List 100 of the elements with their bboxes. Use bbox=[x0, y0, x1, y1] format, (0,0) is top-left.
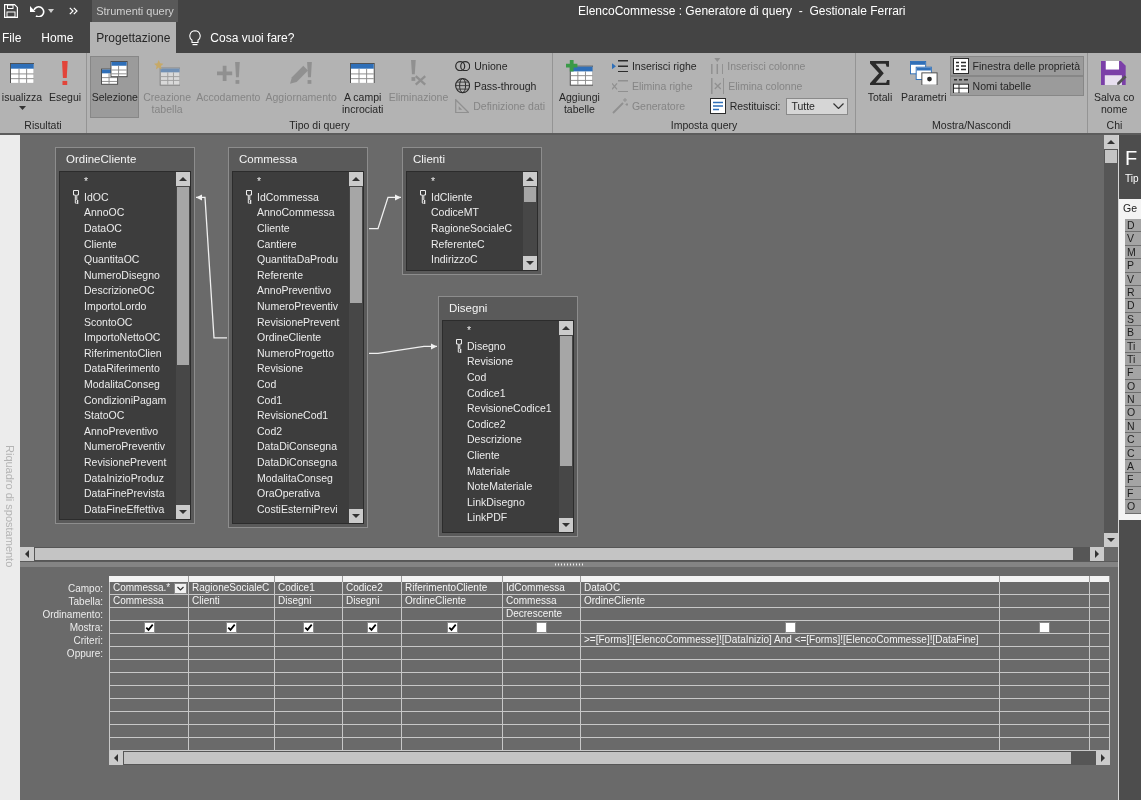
grid-cell[interactable] bbox=[109, 621, 189, 634]
field-name[interactable]: DescrizioneOC bbox=[84, 284, 155, 298]
grid-cell[interactable] bbox=[1090, 621, 1110, 634]
grid-cell[interactable]: Codice1 bbox=[275, 582, 343, 595]
show-checkbox[interactable] bbox=[143, 621, 155, 633]
field-name[interactable]: RevisionePrevent bbox=[257, 315, 340, 329]
grid-cell[interactable] bbox=[109, 634, 189, 647]
grid-cell[interactable] bbox=[1000, 686, 1090, 699]
grid-cell[interactable] bbox=[109, 699, 189, 712]
field-name[interactable]: * bbox=[431, 175, 436, 189]
join-line[interactable] bbox=[368, 343, 438, 355]
property-name[interactable]: F bbox=[1125, 366, 1141, 380]
field-name[interactable]: * bbox=[257, 175, 262, 189]
field-name[interactable]: NumeroPreventiv bbox=[257, 300, 339, 314]
field-name[interactable]: Cod2 bbox=[257, 424, 283, 438]
grid-cell[interactable] bbox=[1090, 725, 1110, 738]
field-name[interactable]: RagioneSocialeC bbox=[431, 222, 513, 236]
scroll-left-button[interactable] bbox=[109, 751, 123, 765]
scroll-down-button[interactable] bbox=[349, 509, 363, 524]
ribbon-tab[interactable]: Home bbox=[31, 22, 91, 53]
dropdown-button[interactable] bbox=[174, 582, 187, 594]
grid-cell[interactable] bbox=[343, 660, 402, 673]
double-chevron-icon[interactable] bbox=[69, 7, 78, 15]
grid-cell[interactable] bbox=[109, 673, 189, 686]
field-name[interactable]: Descrizione bbox=[467, 433, 522, 447]
property-name[interactable]: D bbox=[1125, 219, 1141, 233]
field-name[interactable]: QuantitaOC bbox=[84, 253, 140, 267]
grid-cell[interactable]: Commessa.* bbox=[109, 582, 189, 595]
grid-cell[interactable] bbox=[402, 725, 503, 738]
grid-cell[interactable] bbox=[109, 712, 189, 725]
field-name[interactable]: DataDiConsegna bbox=[257, 456, 337, 469]
grid-cell[interactable] bbox=[581, 699, 1000, 712]
field-name[interactable]: Codice1 bbox=[467, 386, 506, 400]
field-name[interactable]: OraOperativa bbox=[257, 487, 321, 501]
grid-cell[interactable] bbox=[503, 673, 581, 686]
grid-cell[interactable]: Codice2 bbox=[343, 582, 402, 595]
show-checkbox[interactable] bbox=[366, 621, 378, 633]
grid-cell[interactable] bbox=[503, 699, 581, 712]
ribbon-button[interactable]: Nomi tabelle bbox=[949, 76, 1084, 96]
field-name[interactable]: AnnoOC bbox=[84, 206, 125, 220]
property-name[interactable]: F bbox=[1125, 473, 1141, 487]
scroll-up-button[interactable] bbox=[349, 172, 363, 186]
grid-cell[interactable] bbox=[1090, 595, 1110, 608]
scrollbar-thumb[interactable] bbox=[177, 187, 189, 365]
field-name[interactable]: IdOC bbox=[84, 190, 109, 204]
property-name[interactable]: D bbox=[1125, 299, 1141, 313]
field-name[interactable]: QuantitaDaProdu bbox=[257, 253, 339, 267]
grid-cell[interactable]: Disegni bbox=[275, 595, 343, 608]
grid-cell[interactable] bbox=[109, 725, 189, 738]
grid-cell[interactable] bbox=[402, 699, 503, 712]
grid-cell[interactable] bbox=[343, 647, 402, 660]
grid-cell[interactable] bbox=[189, 608, 275, 621]
field-name[interactable]: Revisione bbox=[257, 362, 304, 376]
grid-cell[interactable]: >=[Forms]![ElencoCommesse]![DataInizio] And <=[Forms]![ElencoCommesse]![DataFine] bbox=[581, 634, 1000, 647]
field-name[interactable]: RevisionePrevent bbox=[84, 456, 167, 469]
field-name[interactable]: Cliente bbox=[257, 222, 290, 236]
field-name[interactable]: CostiEsterniPrevi bbox=[257, 502, 338, 516]
grid-cell[interactable] bbox=[189, 634, 275, 647]
property-name[interactable]: C bbox=[1125, 433, 1141, 447]
ribbon-button[interactable]: Salva co nome bbox=[1092, 56, 1137, 118]
grid-cell[interactable] bbox=[1090, 582, 1110, 595]
field-name[interactable]: NumeroDisegno bbox=[84, 268, 160, 282]
field-name[interactable]: DataInizioProduz bbox=[84, 471, 164, 485]
property-name[interactable]: P bbox=[1125, 259, 1141, 273]
save-icon[interactable] bbox=[4, 4, 18, 18]
return-dropdown[interactable]: Tutte bbox=[786, 97, 849, 115]
tell-me-field[interactable]: Cosa vuoi fare? bbox=[210, 30, 307, 45]
grid-cell[interactable] bbox=[343, 673, 402, 686]
field-name[interactable]: CondizioniPagam bbox=[84, 393, 167, 407]
grid-cell[interactable] bbox=[1000, 621, 1090, 634]
grid-cell[interactable] bbox=[402, 621, 503, 634]
field-name[interactable]: AnnoPreventivo bbox=[84, 424, 159, 438]
grid-cell[interactable]: RagioneSocialeC bbox=[189, 582, 275, 595]
grid-cell[interactable] bbox=[189, 699, 275, 712]
grid-cell[interactable] bbox=[343, 699, 402, 712]
grid-cell[interactable] bbox=[503, 712, 581, 725]
grid-cell[interactable] bbox=[343, 621, 402, 634]
field-name[interactable]: Cliente bbox=[467, 449, 500, 463]
grid-cell[interactable]: Commessa bbox=[109, 595, 189, 608]
property-name[interactable]: A bbox=[1125, 460, 1141, 474]
grid-cell[interactable] bbox=[402, 660, 503, 673]
field-name[interactable]: Disegno bbox=[467, 339, 506, 353]
field-name[interactable]: DataRiferimento bbox=[84, 362, 160, 376]
scrollbar-thumb[interactable] bbox=[124, 752, 1071, 764]
grid-cell[interactable] bbox=[343, 712, 402, 725]
field-name[interactable]: IndirizzoC bbox=[431, 253, 478, 267]
grid-cell[interactable]: Disegni bbox=[343, 595, 402, 608]
grid-cell[interactable] bbox=[1090, 660, 1110, 673]
field-name[interactable]: ModalitaConseg bbox=[257, 471, 333, 485]
grid-cell[interactable] bbox=[189, 673, 275, 686]
grid-cell[interactable] bbox=[503, 686, 581, 699]
show-checkbox[interactable] bbox=[1039, 621, 1050, 633]
grid-cell[interactable] bbox=[581, 712, 1000, 725]
field-name[interactable]: * bbox=[467, 324, 472, 338]
grid-cell[interactable] bbox=[503, 725, 581, 738]
field-name[interactable]: AnnoCommessa bbox=[257, 206, 335, 220]
grid-cell[interactable] bbox=[275, 699, 343, 712]
field-name[interactable]: NoteMateriale bbox=[467, 480, 533, 494]
field-name[interactable]: RevisioneCod1 bbox=[257, 409, 329, 423]
grid-cell[interactable] bbox=[343, 608, 402, 621]
